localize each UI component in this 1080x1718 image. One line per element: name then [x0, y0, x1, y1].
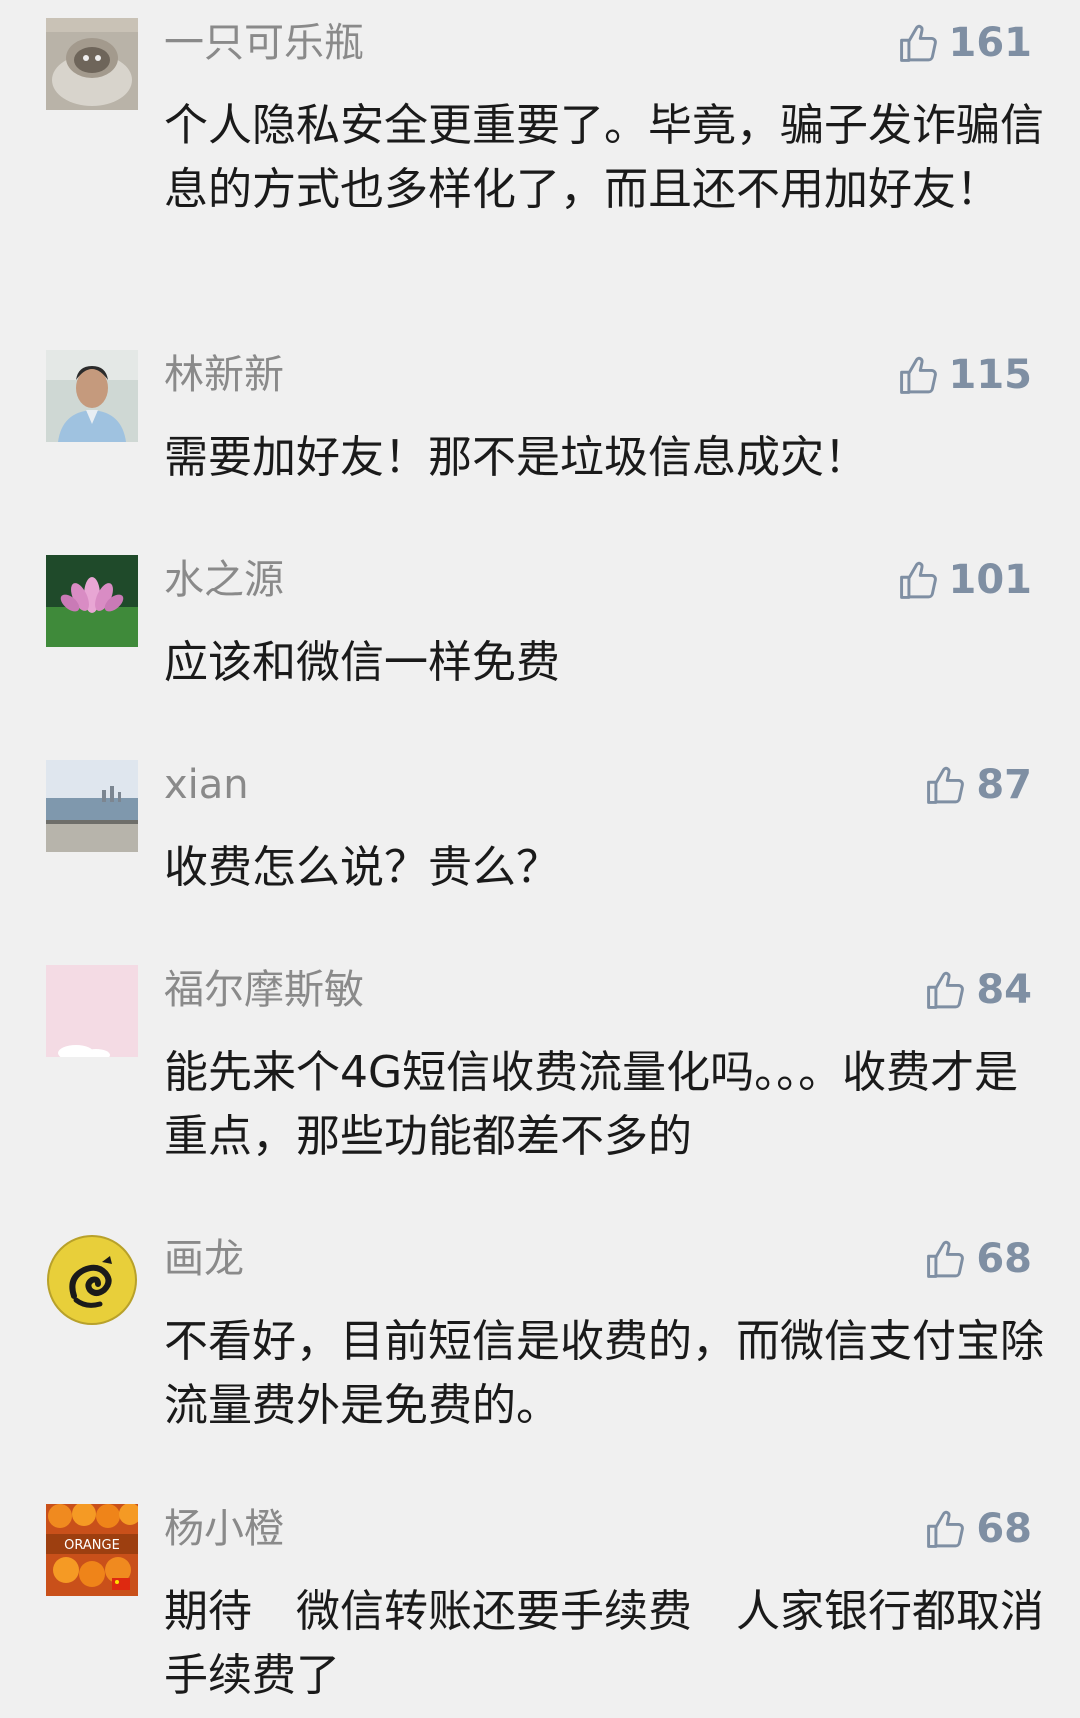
like-count: 115: [948, 352, 1033, 398]
seaside-icon: [46, 760, 138, 852]
like-count: 161: [948, 20, 1033, 66]
comment-author[interactable]: 林新新: [164, 350, 284, 400]
like-button[interactable]: 115: [897, 350, 1033, 400]
avatar[interactable]: [46, 1234, 138, 1326]
thumb-up-icon: [927, 971, 965, 1009]
dragon-emblem-icon: [46, 1234, 138, 1326]
comment-author[interactable]: xian: [164, 760, 249, 810]
cat-sculpture-icon: [46, 18, 138, 110]
comment-author[interactable]: 一只可乐瓶: [164, 18, 364, 68]
avatar-caption: ORANGE: [64, 1538, 120, 1553]
thumb-up-icon: [899, 356, 937, 394]
like-button[interactable]: 84: [924, 965, 1032, 1015]
oranges-icon: ORANGE: [46, 1504, 138, 1596]
comment-text: 收费怎么说？贵么？: [164, 842, 560, 893]
like-count: 68: [976, 1506, 1032, 1552]
like-count: 68: [976, 1236, 1032, 1282]
avatar[interactable]: [46, 760, 138, 852]
lotus-flower-icon: [46, 555, 138, 647]
thumb-up-icon: [927, 766, 965, 804]
like-button[interactable]: 68: [924, 1504, 1032, 1554]
like-count: 84: [976, 967, 1032, 1013]
like-count: 101: [948, 557, 1033, 603]
like-button[interactable]: 161: [897, 18, 1033, 68]
thumb-up-icon: [899, 24, 937, 62]
thumb-up-icon: [899, 561, 937, 599]
like-button[interactable]: 101: [897, 555, 1033, 605]
pink-cloud-icon: [46, 965, 138, 1057]
avatar[interactable]: [46, 350, 138, 442]
comment-text: 需要加好友！那不是垃圾信息成灾！: [164, 432, 868, 483]
comment-text: 个人隐私安全更重要了。毕竟，骗子发诈骗信息的方式也多样化了，而且还不用加好友！: [164, 100, 1044, 215]
comment-text: 能先来个4G短信收费流量化吗。。。收费才是重点，那些功能都差不多的: [164, 1047, 1019, 1162]
thumb-up-icon: [927, 1510, 965, 1548]
comment-text: 期待 微信转账还要手续费 人家银行都取消手续费了: [164, 1586, 1044, 1701]
comment-author[interactable]: 福尔摩斯敏: [164, 965, 364, 1015]
comment-text: 应该和微信一样免费: [164, 637, 560, 688]
avatar[interactable]: [46, 18, 138, 110]
comment-author[interactable]: 画龙: [164, 1234, 244, 1284]
like-button[interactable]: 87: [924, 760, 1032, 810]
avatar[interactable]: [46, 965, 138, 1057]
thumb-up-icon: [927, 1240, 965, 1278]
man-portrait-icon: [46, 350, 138, 442]
avatar[interactable]: ORANGE: [46, 1504, 138, 1596]
like-count: 87: [976, 762, 1032, 808]
like-button[interactable]: 68: [924, 1234, 1032, 1284]
comment-text: 不看好，目前短信是收费的，而微信支付宝除流量费外是免费的。: [164, 1316, 1044, 1431]
avatar[interactable]: [46, 555, 138, 647]
comment-author[interactable]: 水之源: [164, 555, 284, 605]
comment-author[interactable]: 杨小橙: [164, 1504, 284, 1554]
